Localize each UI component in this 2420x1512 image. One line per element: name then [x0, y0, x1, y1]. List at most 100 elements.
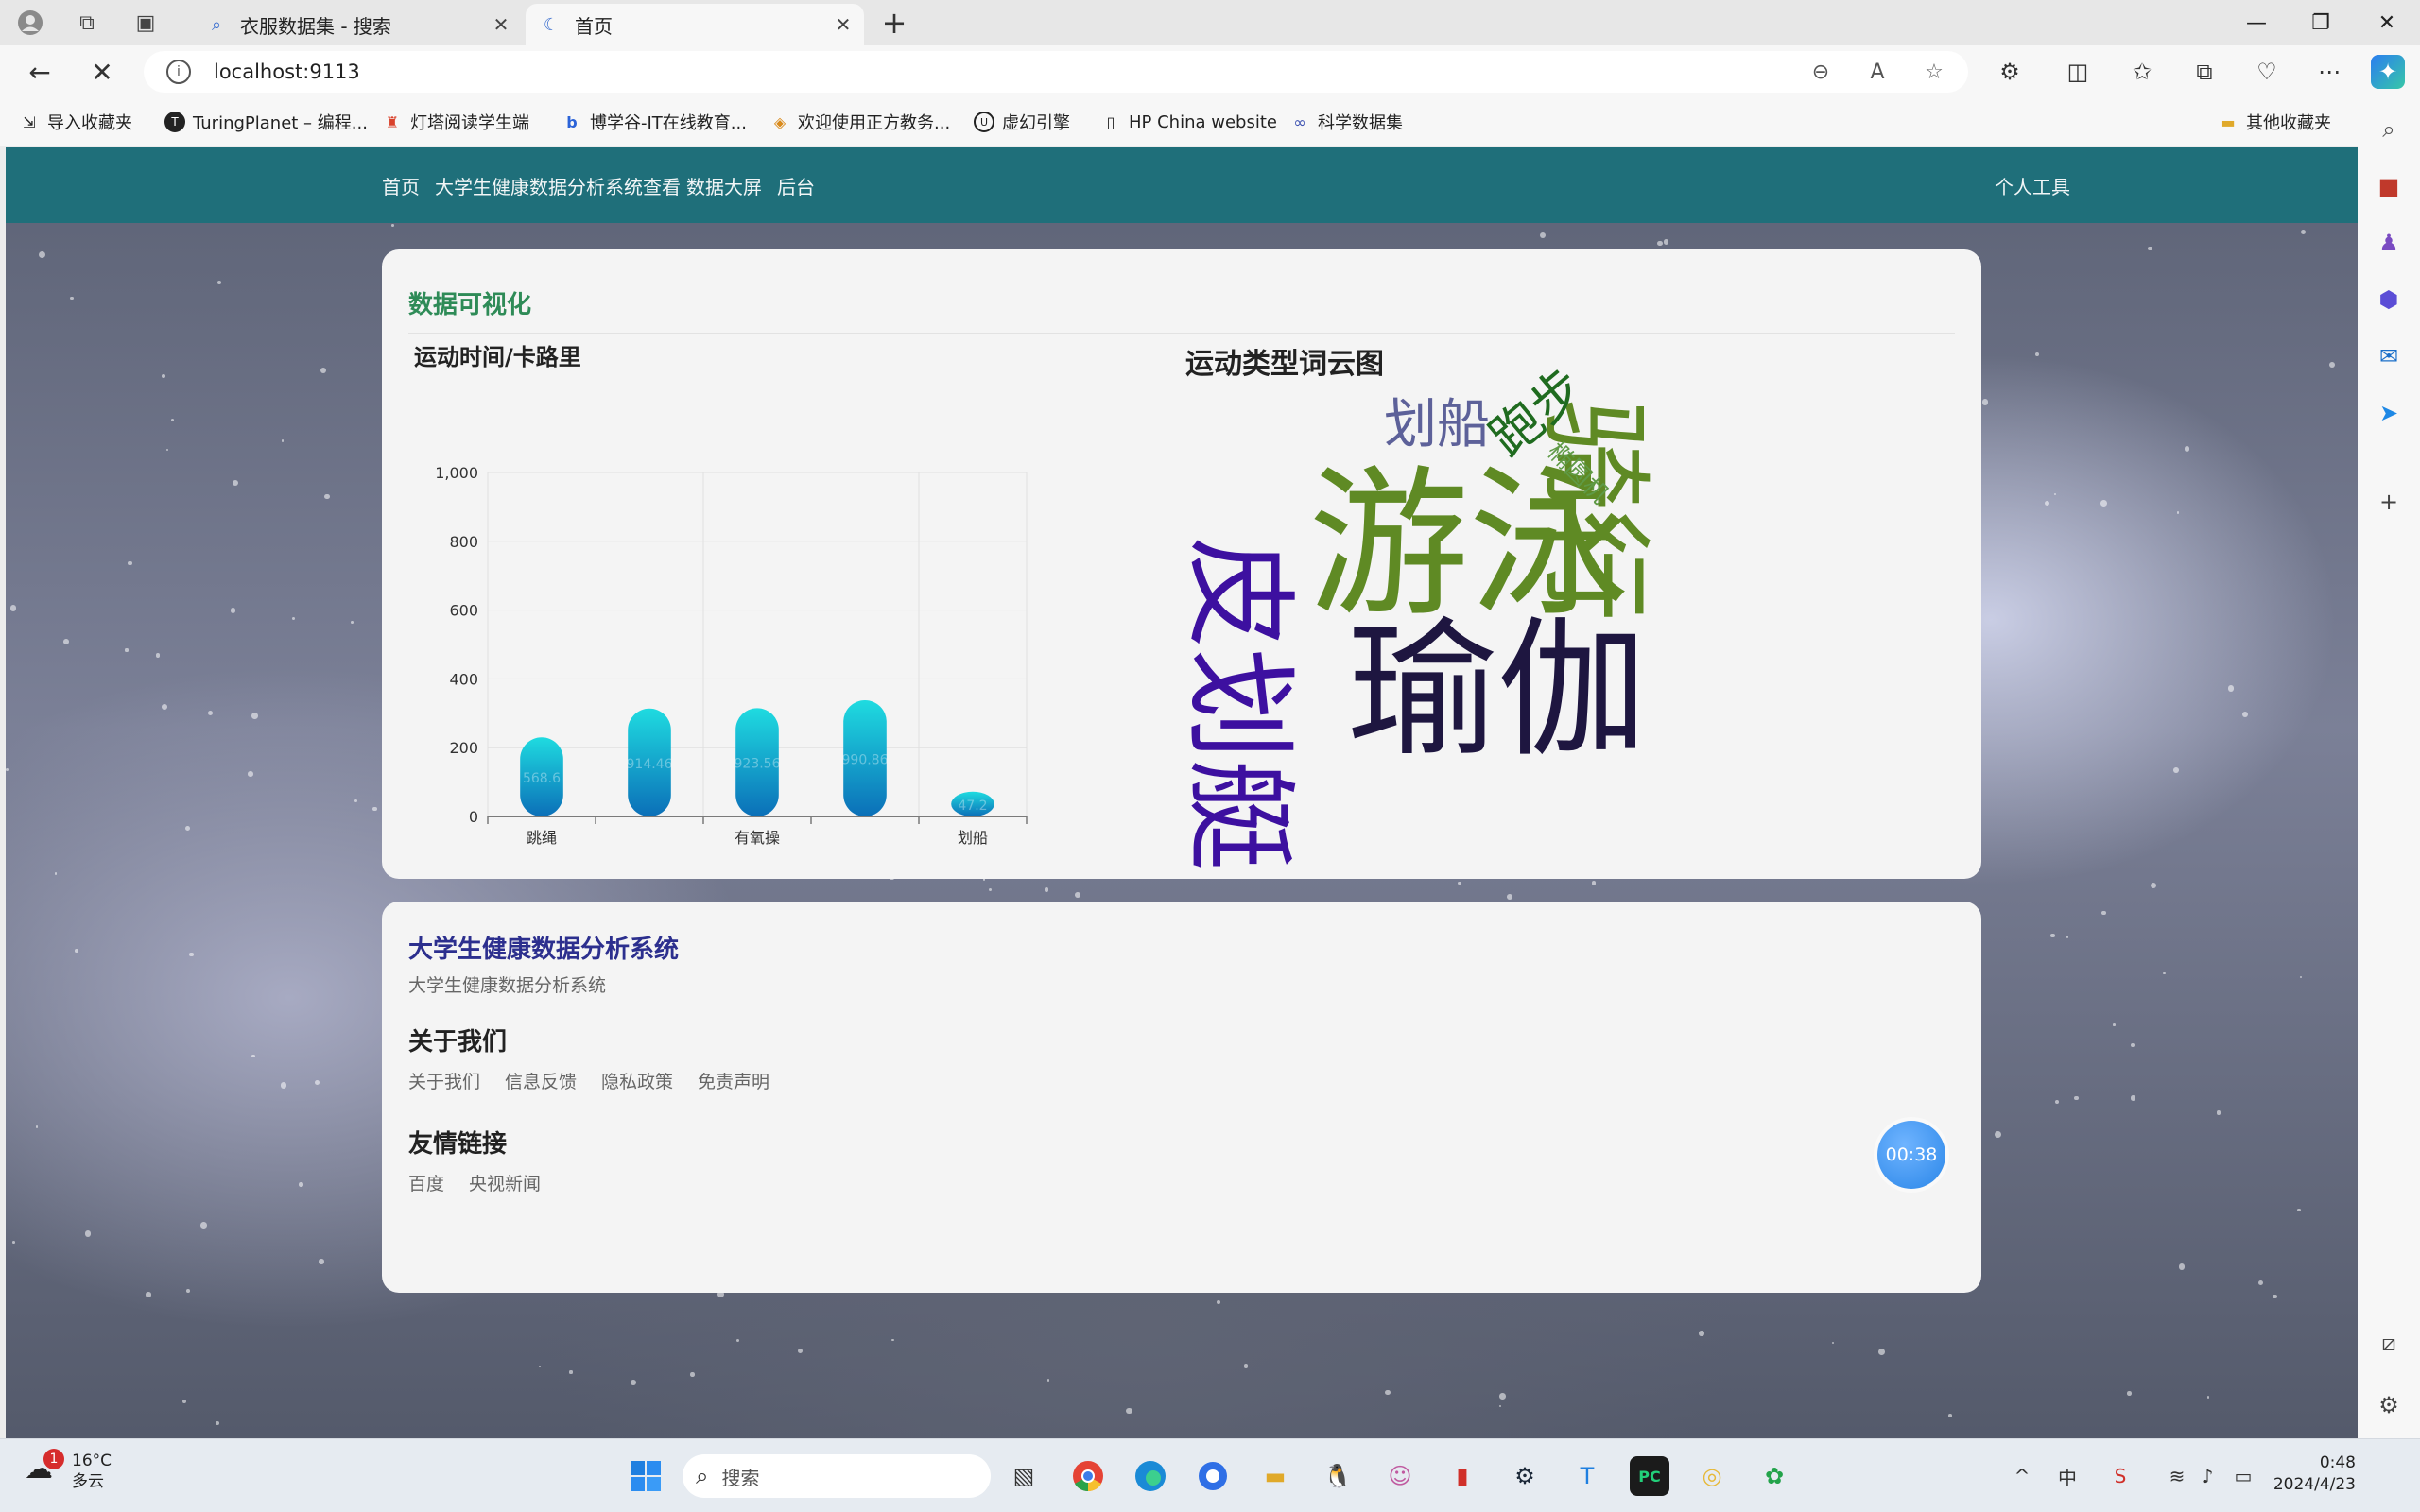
wifi-icon[interactable]: ≋ [2163, 1460, 2191, 1492]
snowflake [1877, 1349, 1885, 1355]
ime-indicator[interactable]: 中 [2053, 1460, 2082, 1492]
url-text[interactable]: localhost:9113 [214, 60, 360, 83]
about-us-link[interactable]: 关于我们 [408, 1068, 480, 1093]
snowflake [2329, 361, 2336, 368]
workspaces-icon[interactable]: ⧉ [72, 8, 102, 38]
wechat-icon[interactable]: ✿ [1754, 1456, 1794, 1496]
edge-sidebar: ⌕ ■ ♟ ⬢ ✉ ➤ + ⧄ ⚙ [2358, 98, 2420, 1438]
bookmark-import[interactable]: ⇲ 导入收藏夹 [19, 110, 132, 134]
yellow-app-icon[interactable]: ◎ [1692, 1456, 1732, 1496]
extensions-icon[interactable]: ⚙ [1993, 55, 2027, 89]
close-window-button[interactable]: ✕ [2354, 0, 2420, 45]
tray-app-icon[interactable]: S [2106, 1460, 2135, 1492]
nav-home-link[interactable]: 首页 [382, 172, 420, 199]
start-button[interactable] [626, 1456, 666, 1496]
drop-icon[interactable]: ➤ [2373, 397, 2405, 429]
steam-icon[interactable]: ⚙ [1505, 1456, 1545, 1496]
toolbox-icon[interactable]: ■ [2373, 170, 2405, 202]
qq-icon[interactable]: 🐧 [1318, 1456, 1357, 1496]
snowflake [1657, 240, 1663, 247]
task-view-icon[interactable]: ▧ [1004, 1456, 1044, 1496]
snowflake [230, 607, 236, 613]
typora-icon[interactable]: T [1567, 1456, 1607, 1496]
hide-sidebar-icon[interactable]: ⧄ [2373, 1327, 2405, 1359]
weather-widget[interactable]: ☁ 1 16°C 多云 [25, 1449, 112, 1492]
battery-icon[interactable]: ▭ [2229, 1460, 2257, 1492]
file-explorer-icon[interactable]: ▬ [1255, 1456, 1295, 1496]
snowflake [186, 1288, 191, 1293]
snowflake [797, 1348, 804, 1354]
favorites-icon[interactable]: ✩ [2125, 55, 2159, 89]
snowflake [372, 807, 377, 812]
baidu-link[interactable]: 百度 [408, 1170, 444, 1195]
snowflake [2130, 1042, 2135, 1048]
nav-system-view-link[interactable]: 大学生健康数据分析系统查看 [435, 172, 681, 199]
word-cloud-word: 瑜伽 [1348, 604, 1647, 778]
bookmark-label: 导入收藏夹 [47, 113, 132, 133]
bookmark-science-dataset[interactable]: ∞ 科学数据集 [1289, 110, 1403, 134]
cctv-news-link[interactable]: 央视新闻 [469, 1170, 541, 1195]
restore-button[interactable]: ❐ [2288, 0, 2354, 45]
back-button[interactable]: ← [23, 55, 57, 89]
privacy-link[interactable]: 隐私政策 [601, 1068, 673, 1093]
tab-label: 首页 [575, 14, 613, 38]
system-subtitle: 大学生健康数据分析系统 [408, 975, 607, 996]
pycharm-icon[interactable]: PC [1630, 1456, 1669, 1496]
nav-personal-tools-link[interactable]: 个人工具 [1995, 172, 2070, 199]
split-screen-icon[interactable]: ◫ [2061, 55, 2095, 89]
app-blue-circle-icon[interactable] [1193, 1456, 1233, 1496]
feedback-link[interactable]: 信息反馈 [505, 1068, 577, 1093]
bookmark-zhengfang[interactable]: ◈ 欢迎使用正方教务... [769, 110, 950, 134]
outlook-icon[interactable]: ✉ [2373, 340, 2405, 372]
read-aloud-icon[interactable]: A [1864, 59, 1891, 85]
snowflake [2101, 910, 2106, 915]
disclaimer-link[interactable]: 免责声明 [698, 1068, 769, 1093]
m365-icon[interactable]: ⬢ [2373, 284, 2405, 316]
address-bar[interactable]: i localhost:9113 ⊖ A ☆ [144, 51, 1968, 93]
timer-bubble[interactable]: 00:38 [1877, 1121, 1945, 1189]
system-clock[interactable]: 0:48 2024/4/23 [2265, 1452, 2356, 1496]
bookmark-turingplanet[interactable]: T TuringPlanet – 编程... [164, 110, 368, 134]
other-bookmarks-folder[interactable]: ▬ 其他收藏夹 [2218, 110, 2331, 134]
favorite-star-icon[interactable]: ☆ [1921, 59, 1947, 85]
show-hidden-icons[interactable]: ^ [2008, 1460, 2036, 1492]
bookmark-boxuegu[interactable]: b 博学谷-IT在线教育... [562, 110, 747, 134]
zoom-out-icon[interactable]: ⊖ [1807, 59, 1834, 85]
word-cloud-title: 运动类型词云图 [1185, 348, 1384, 381]
edge-icon[interactable] [1131, 1456, 1170, 1496]
bar-chart[interactable]: 0 200 400 600 800 1,000 568.6 914.46 923.56 990.8… [410, 382, 1072, 911]
taskbar-search[interactable]: ⌕ 搜索 [683, 1454, 991, 1498]
red-app-icon[interactable]: ▮ [1443, 1456, 1482, 1496]
new-tab-button[interactable]: + [877, 5, 911, 41]
volume-icon[interactable]: ♪ [2193, 1460, 2221, 1492]
zhengfang-icon: ◈ [773, 112, 786, 131]
snowflake [1539, 232, 1547, 239]
bookmark-lighthouse[interactable]: ♜ 灯塔阅读学生端 [382, 110, 529, 134]
anime-app-icon[interactable]: ☺ [1380, 1456, 1420, 1496]
sidebar-search-icon[interactable]: ⌕ [2373, 113, 2405, 146]
snowflake [2300, 229, 2307, 235]
tab-search[interactable]: ⌕ 衣服数据集 - 搜索 ✕ [191, 4, 522, 45]
games-icon[interactable]: ♟ [2373, 227, 2405, 259]
sidebar-settings-icon[interactable]: ⚙ [2373, 1389, 2405, 1421]
tab-actions-icon[interactable]: ▣ [130, 8, 161, 38]
browser-essentials-icon[interactable]: ♡ [2250, 55, 2284, 89]
snowflake [538, 1366, 541, 1368]
tab-home[interactable]: ☾ 首页 ✕ [526, 4, 864, 45]
stop-loading-button[interactable]: ✕ [85, 55, 119, 89]
more-menu-icon[interactable]: ⋯ [2312, 55, 2346, 89]
site-info-icon[interactable]: i [166, 60, 191, 84]
close-icon[interactable]: ✕ [832, 13, 855, 36]
collections-icon[interactable]: ⧉ [2187, 55, 2221, 89]
bookmark-label: 灯塔阅读学生端 [410, 113, 529, 133]
minimize-button[interactable]: — [2223, 0, 2290, 45]
bookmark-hp[interactable]: ▯ HP China website [1100, 110, 1277, 134]
close-icon[interactable]: ✕ [490, 13, 512, 36]
bookmark-unreal[interactable]: U 虚幻引擎 [974, 110, 1070, 134]
nav-admin-link[interactable]: 后台 [777, 172, 815, 199]
copilot-icon[interactable]: ✦ [2371, 55, 2405, 89]
add-sidebar-app-icon[interactable]: + [2373, 486, 2405, 518]
nav-data-screen-link[interactable]: 数据大屏 [686, 172, 762, 199]
profile-icon[interactable] [15, 8, 45, 38]
chrome-icon[interactable] [1068, 1456, 1108, 1496]
